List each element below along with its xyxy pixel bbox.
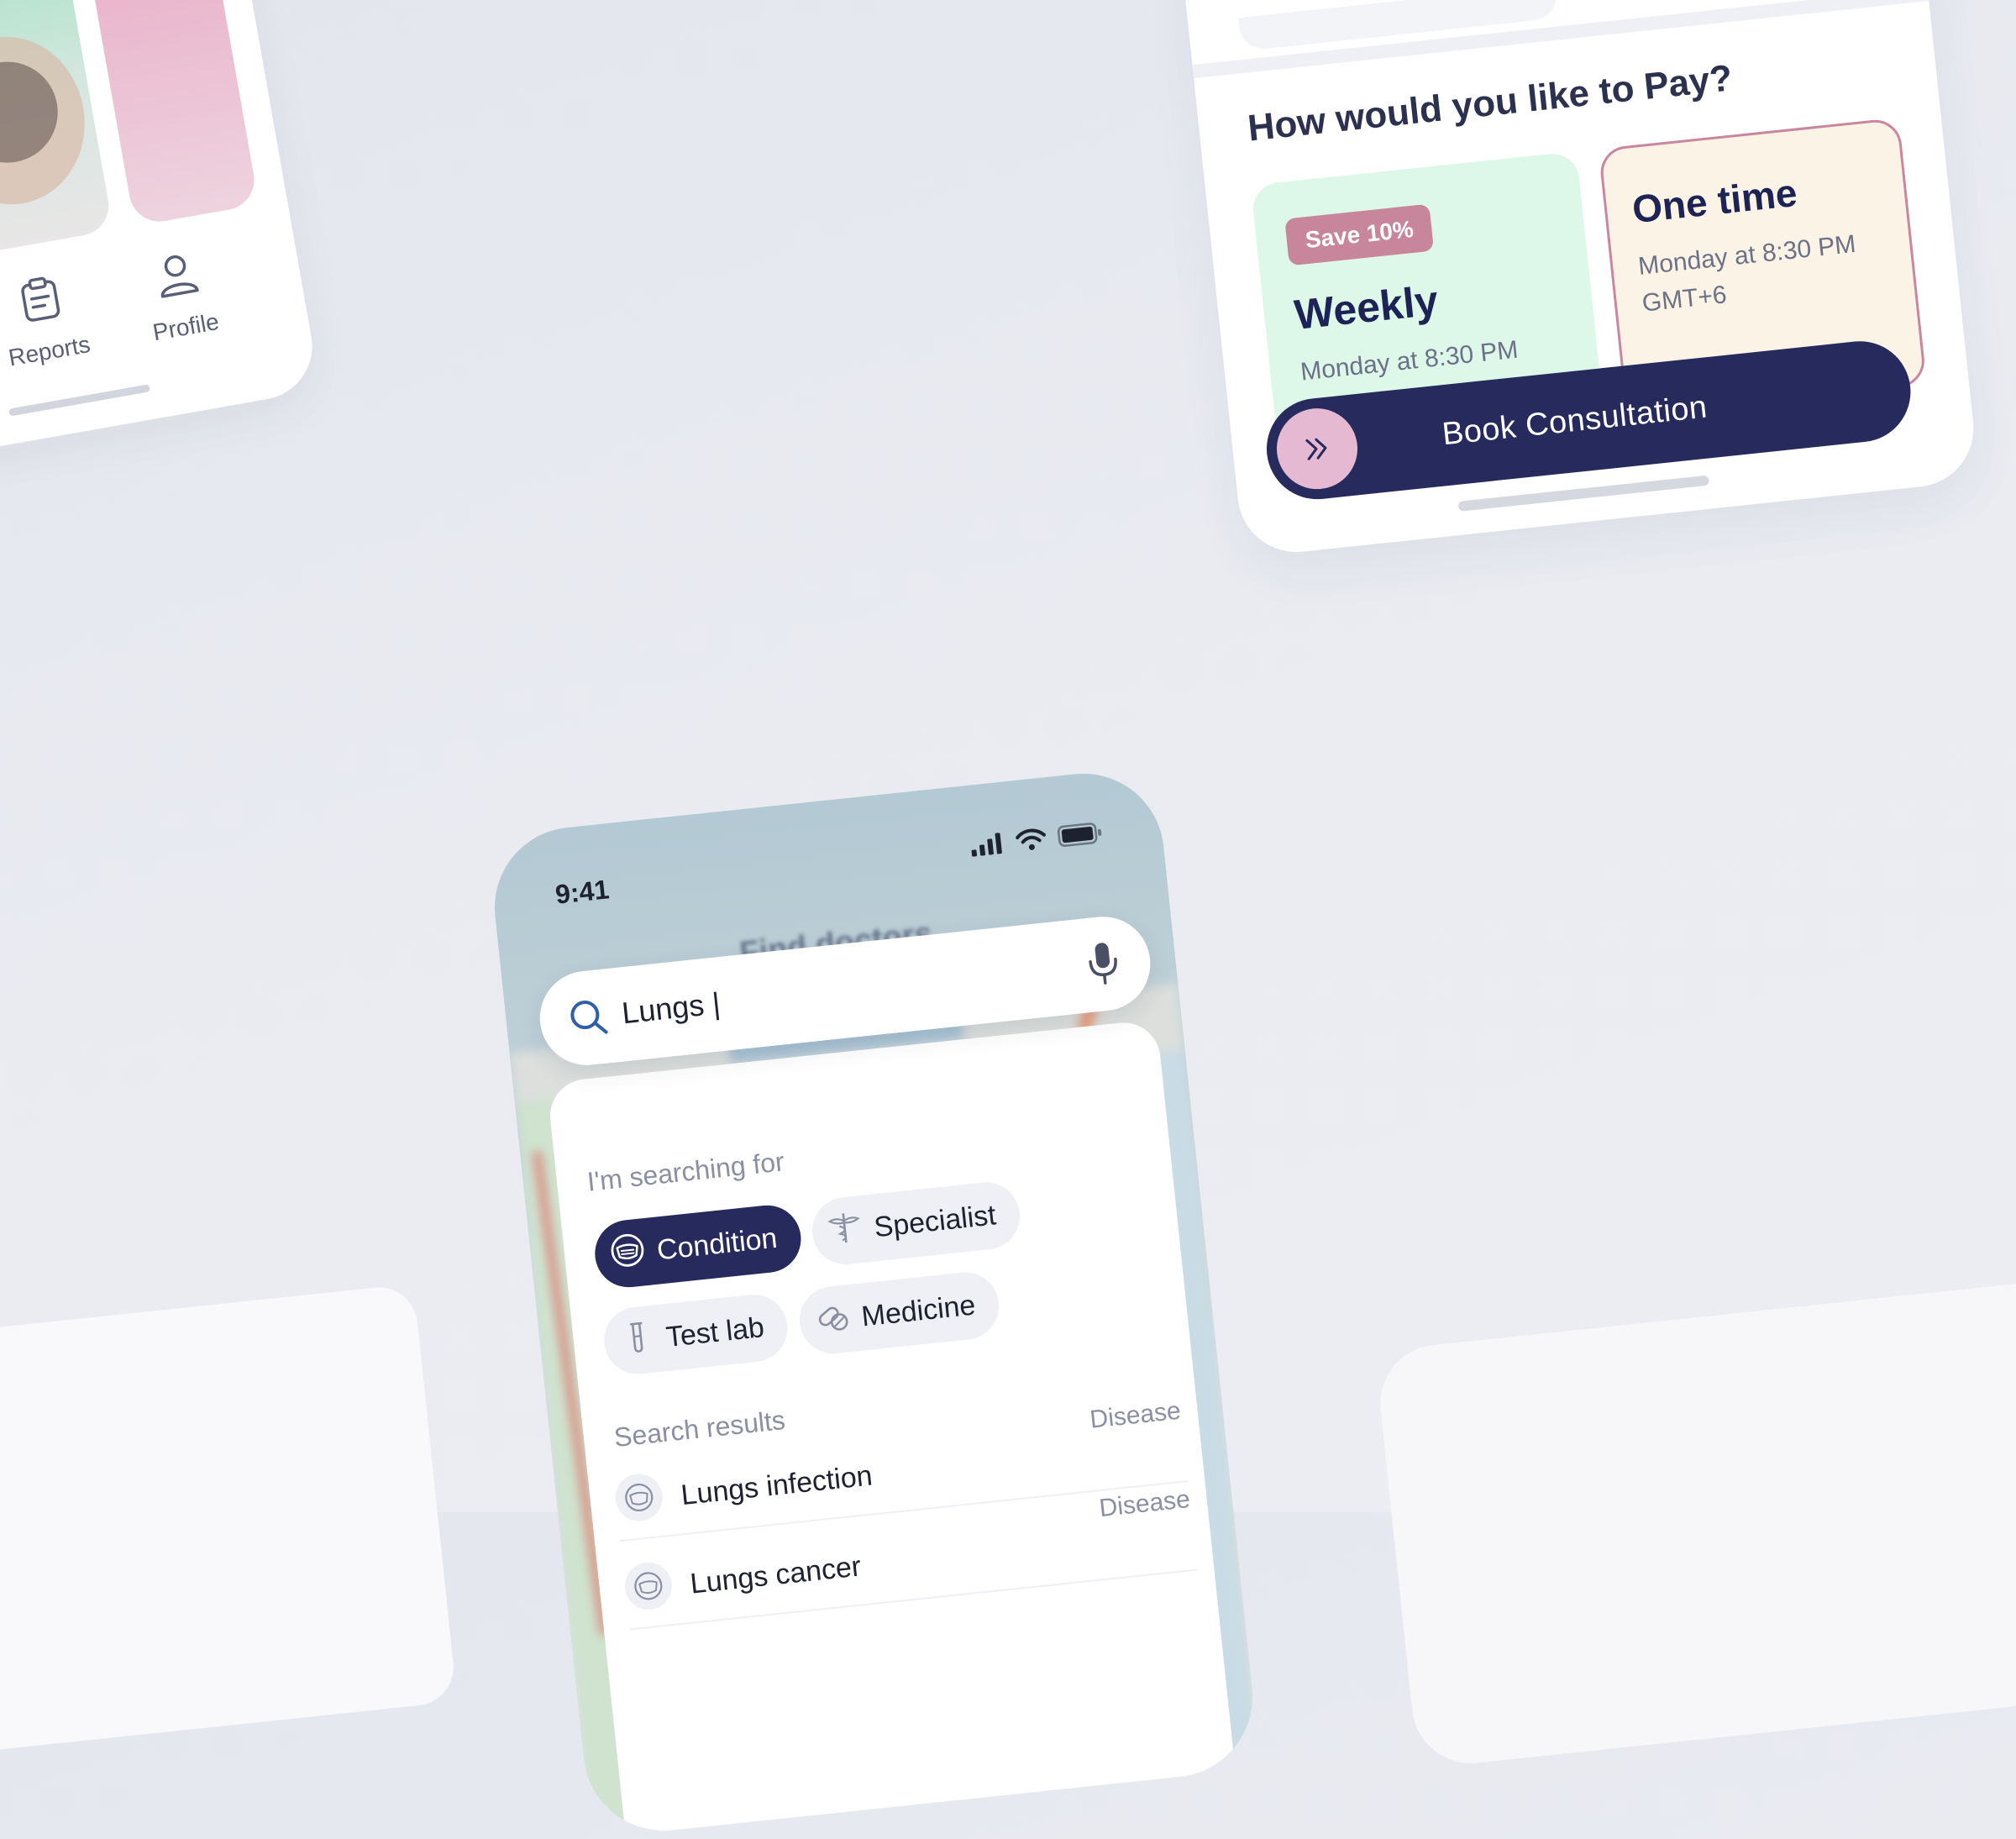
- result-name: Lungs cancer: [688, 1550, 863, 1600]
- discount-badge: Save 10%: [1284, 203, 1435, 266]
- chip-condition[interactable]: Condition: [591, 1201, 805, 1291]
- caduceus-icon: [825, 1208, 864, 1254]
- mask-icon: [612, 1471, 665, 1524]
- chip-test-lab[interactable]: Test lab: [601, 1291, 791, 1378]
- status-icons: [969, 820, 1105, 861]
- payment-options-card: How would you like to Pay? Save 10% Week…: [1179, 0, 1980, 558]
- nav-label-reports: Reports: [6, 330, 92, 371]
- chip-label-medicine: Medicine: [859, 1288, 978, 1332]
- phone-top-left: ments Reports Profile: [0, 0, 321, 472]
- blank-card-left: [0, 1283, 458, 1758]
- search-phone: 9:41 Find doctors I'm searching for Cond…: [486, 765, 1261, 1839]
- mask-icon: [622, 1560, 675, 1612]
- microphone-icon[interactable]: [1084, 938, 1123, 991]
- option-title-one-time: One time: [1630, 170, 1799, 232]
- chip-specialist[interactable]: Specialist: [808, 1179, 1023, 1268]
- result-type: Disease: [1088, 1396, 1183, 1434]
- chip-label-test-lab: Test lab: [664, 1311, 766, 1353]
- clipboard-icon: [0, 267, 103, 336]
- result-name: Lungs infection: [679, 1459, 874, 1512]
- nav-item-reports[interactable]: Reports: [0, 267, 110, 375]
- search-icon: [566, 996, 611, 1044]
- result-type: Disease: [1098, 1485, 1192, 1523]
- mask-icon: [608, 1231, 648, 1277]
- blank-card-right: [1374, 1272, 2016, 1769]
- promo-image-card[interactable]: [0, 0, 113, 276]
- chip-label-specialist: Specialist: [872, 1198, 998, 1243]
- battery-icon: [1057, 821, 1105, 851]
- search-input[interactable]: Lungs |: [620, 985, 722, 1031]
- searching-for-label: I'm searching for: [585, 1146, 786, 1197]
- double-chevron-right-icon[interactable]: [1273, 404, 1362, 493]
- wifi-icon: [1015, 827, 1047, 858]
- home-indicator: [8, 384, 151, 417]
- chip-medicine[interactable]: Medicine: [795, 1269, 1003, 1358]
- test-tube-icon: [617, 1317, 657, 1363]
- payment-title: How would you like to Pay?: [1246, 57, 1735, 150]
- search-suggestions-panel: I'm searching for Condition Specialist T…: [546, 1018, 1245, 1839]
- user-icon: [115, 244, 239, 313]
- signal-icon: [970, 832, 1006, 861]
- pill-icon: [812, 1297, 852, 1343]
- nav-label-profile: Profile: [150, 307, 222, 346]
- status-time: 9:41: [554, 874, 611, 910]
- option-schedule-one-time: Monday at 8:30 PM GMT+6: [1636, 229, 1857, 318]
- nav-item-profile[interactable]: Profile: [115, 244, 246, 351]
- chip-label-condition: Condition: [655, 1222, 779, 1267]
- book-consultation-label: Book Consultation: [1440, 389, 1709, 453]
- option-title-weekly: Weekly: [1292, 276, 1441, 339]
